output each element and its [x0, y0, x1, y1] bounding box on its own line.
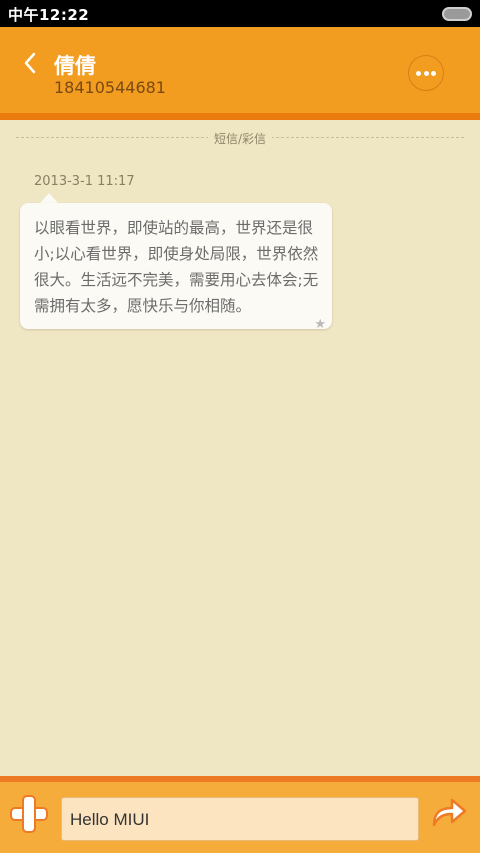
contact-name: 倩倩 — [54, 54, 96, 78]
header-divider — [0, 113, 480, 120]
more-dots-icon — [416, 71, 421, 76]
chevron-left-icon[interactable] — [20, 49, 42, 77]
star-icon: ★ — [314, 317, 326, 332]
status-bar: 中午12:22 — [0, 0, 480, 27]
status-time: 中午12:22 — [8, 6, 90, 24]
more-options-button[interactable] — [408, 55, 444, 91]
plus-icon — [24, 809, 34, 819]
contact-number: 18410544681 — [54, 78, 166, 97]
message-bubble[interactable]: 以眼看世界，即使站的最高，世界还是很小;以心看世界，即使身处局限，世界依然很大。… — [20, 203, 332, 332]
message-type-divider: 短信/彩信 — [16, 128, 464, 148]
message-type-label: 短信/彩信 — [207, 132, 273, 146]
battery-icon — [442, 7, 472, 21]
send-arrow-icon[interactable] — [430, 795, 468, 829]
compose-bar: Hello MIUI — [0, 782, 480, 853]
message-text: 以眼看世界，即使站的最高，世界还是很小;以心看世界，即使身处局限，世界依然很大。… — [34, 219, 319, 315]
add-attachment-button[interactable] — [12, 797, 46, 831]
more-dots-icon — [423, 71, 429, 76]
conversation-header: 倩倩 18410544681 — [0, 27, 480, 113]
bubble-tail — [40, 193, 58, 203]
message-timestamp: 2013-3-1 11:17 — [34, 174, 135, 189]
more-dots-icon — [431, 71, 436, 76]
message-input[interactable]: Hello MIUI — [61, 797, 419, 841]
